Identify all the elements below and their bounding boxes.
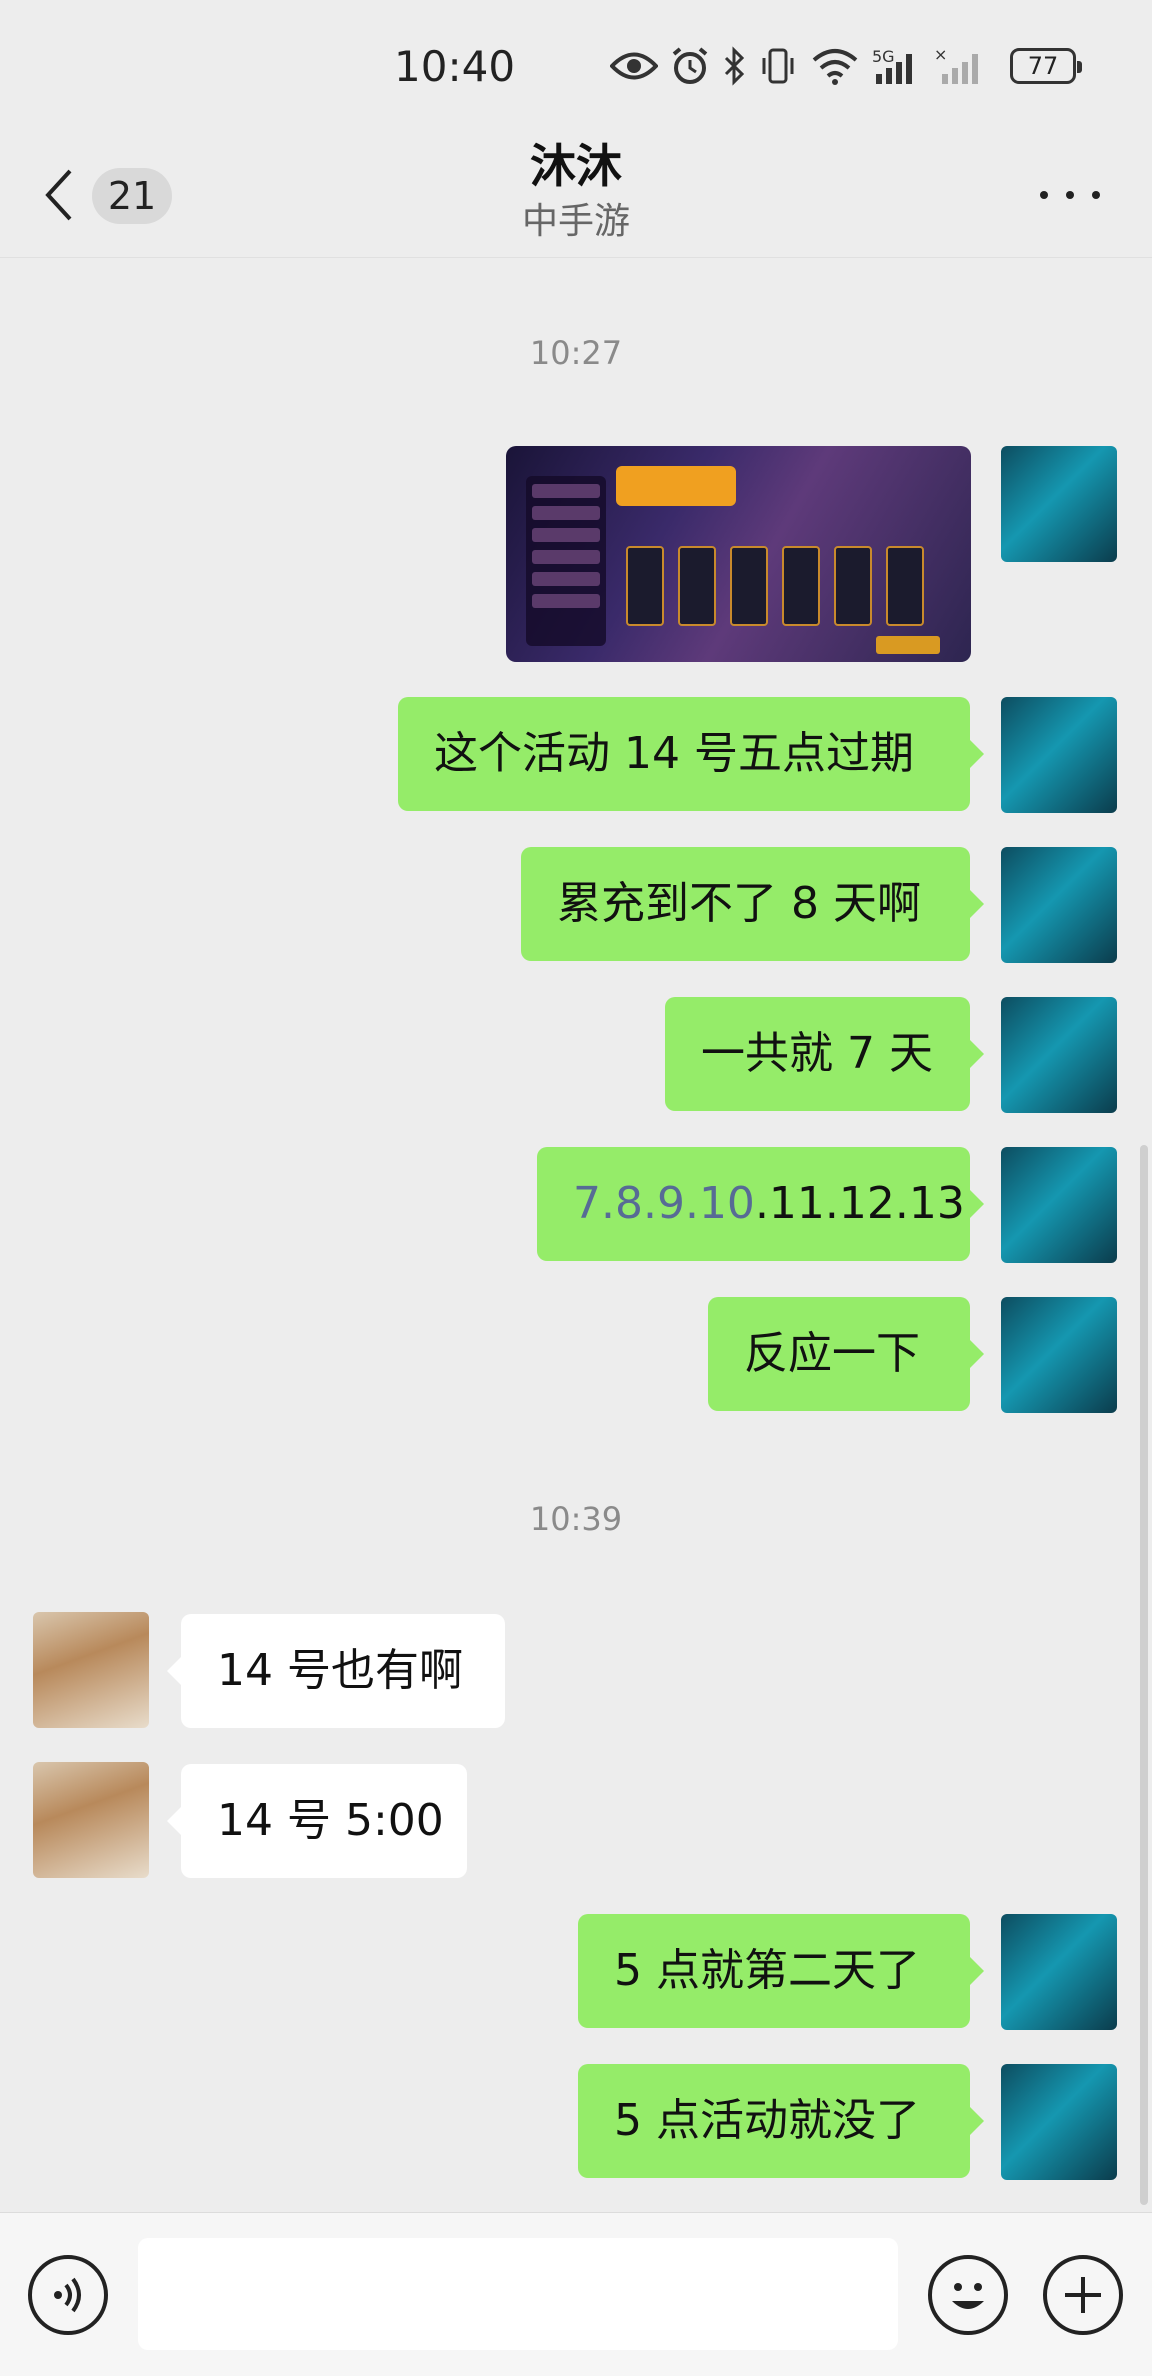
received-message[interactable]: 14 号也有啊 [167, 1614, 505, 1728]
avatar[interactable] [1001, 1914, 1117, 2030]
vibrate-icon [762, 48, 794, 84]
status-time: 10:40 [394, 42, 516, 91]
message-link-text[interactable]: 7.8.9.10 [573, 1178, 755, 1229]
image-slot-graphic [782, 546, 820, 626]
bluetooth-icon [724, 46, 745, 86]
time-divider: 10:27 [529, 334, 623, 372]
avatar[interactable] [1001, 2064, 1117, 2180]
scrollbar[interactable] [1140, 1145, 1148, 2205]
avatar[interactable] [1001, 1297, 1117, 1413]
chat-title: 沐沐 [530, 139, 622, 193]
status-bar: 10:40 5G × 77 [0, 0, 1152, 130]
avatar[interactable] [1001, 446, 1117, 562]
more-options-button[interactable] [1040, 180, 1100, 210]
time-divider: 10:39 [529, 1500, 623, 1538]
eye-icon [610, 52, 658, 80]
image-slot-graphic [886, 546, 924, 626]
input-bar [0, 2212, 1152, 2376]
image-message[interactable] [506, 446, 971, 662]
avatar[interactable] [1001, 997, 1117, 1113]
chat-header: 21 沐沐 中手游 [0, 130, 1152, 258]
status-icons: 5G × [610, 44, 980, 88]
dot-icon [1040, 191, 1048, 199]
sent-message[interactable]: 反应一下 [708, 1297, 984, 1411]
alarm-icon [672, 47, 708, 84]
image-slot-graphic [834, 546, 872, 626]
avatar[interactable] [33, 1612, 149, 1728]
signal-icon: × [934, 46, 978, 84]
image-sidebar-graphic [526, 476, 606, 646]
image-slot-graphic [626, 546, 664, 626]
dot-icon [1092, 191, 1100, 199]
smiley-icon [952, 2283, 984, 2309]
sent-message[interactable]: 一共就 7 天 [665, 997, 984, 1111]
svg-text:5G: 5G [872, 47, 895, 66]
dot-icon [1066, 191, 1074, 199]
avatar[interactable] [33, 1762, 149, 1878]
avatar[interactable] [1001, 847, 1117, 963]
sent-message[interactable]: 7.8.9.10.11.12.13 [537, 1147, 984, 1261]
sent-message[interactable]: 5 点就第二天了 [578, 1914, 984, 2028]
image-banner-graphic [616, 466, 736, 506]
voice-icon [54, 2277, 81, 2313]
wifi-icon [812, 49, 858, 85]
sent-message[interactable]: 这个活动 14 号五点过期 [398, 697, 984, 811]
emoji-button[interactable] [928, 2255, 1008, 2335]
avatar[interactable] [1001, 1147, 1117, 1263]
chat-subtitle: 中手游 [521, 201, 630, 242]
message-text: .11.12.13 [754, 1178, 965, 1229]
message-input[interactable] [138, 2238, 898, 2350]
sent-message[interactable]: 累充到不了 8 天啊 [521, 847, 984, 961]
battery-indicator: 77 [1010, 48, 1082, 84]
sent-message[interactable]: 5 点活动就没了 [578, 2064, 984, 2178]
svg-text:×: × [934, 46, 947, 64]
image-button-graphic [876, 636, 940, 654]
received-message[interactable]: 14 号 5:00 [167, 1764, 467, 1878]
more-functions-button[interactable] [1043, 2255, 1123, 2335]
image-slot-graphic [678, 546, 716, 626]
image-slot-graphic [730, 546, 768, 626]
voice-input-button[interactable] [28, 2255, 108, 2335]
avatar[interactable] [1001, 697, 1117, 813]
signal-5g-icon: 5G [872, 47, 912, 84]
